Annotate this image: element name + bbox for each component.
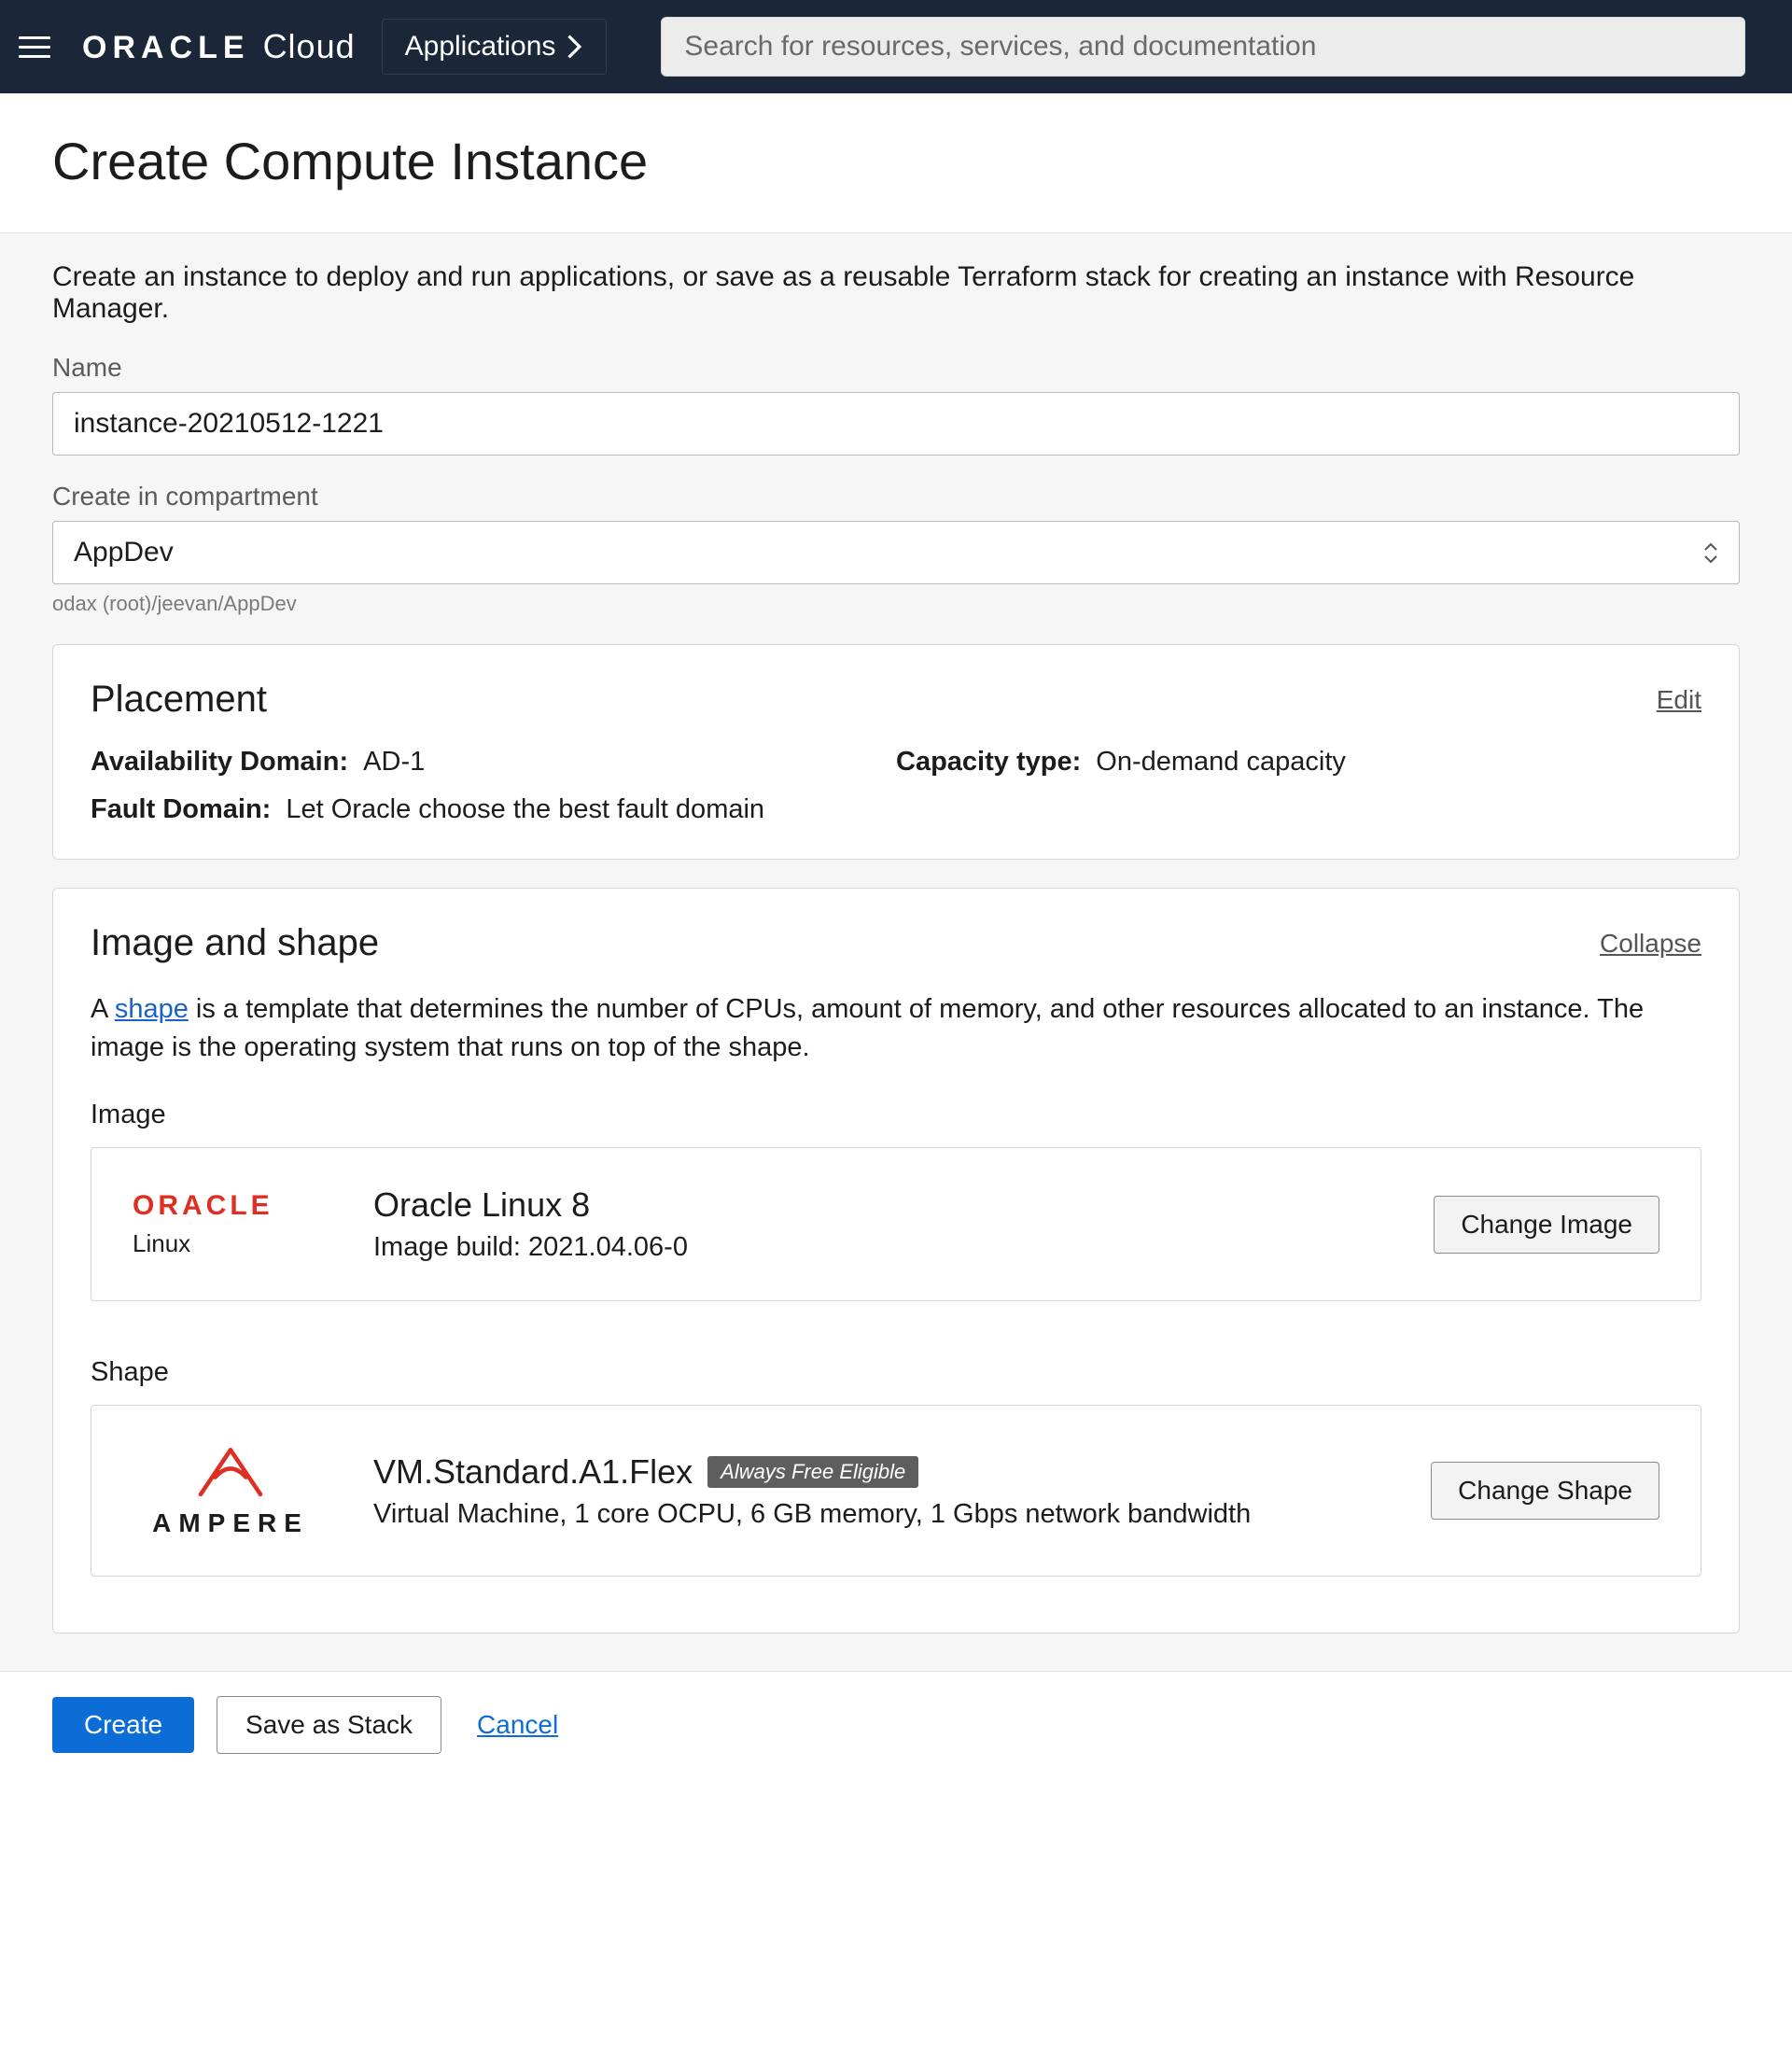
placement-edit-link[interactable]: Edit (1657, 685, 1701, 715)
compartment-breadcrumb: odax (root)/jeevan/AppDev (52, 592, 1740, 616)
top-bar: ORACLE Cloud Applications (0, 0, 1792, 93)
placement-title: Placement (91, 679, 267, 721)
shape-section-label: Shape (91, 1357, 1701, 1388)
image-shape-card: Image and shape Collapse A shape is a te… (52, 888, 1740, 1633)
intro-text: Create an instance to deploy and run app… (52, 261, 1740, 325)
compartment-select[interactable]: AppDev (52, 521, 1740, 584)
content-area: Create an instance to deploy and run app… (0, 233, 1792, 1672)
cancel-link[interactable]: Cancel (477, 1710, 558, 1740)
capacity-type-value: On-demand capacity (1096, 747, 1346, 777)
image-shape-description: A shape is a template that determines th… (91, 990, 1701, 1066)
select-caret-icon (1703, 542, 1718, 564)
oracle-linux-subtext: Linux (133, 1229, 190, 1258)
ampere-logo-text: AMPERE (152, 1508, 309, 1538)
search-input[interactable] (661, 17, 1745, 77)
hamburger-menu-icon[interactable] (19, 28, 56, 65)
page-header: Create Compute Instance (0, 93, 1792, 233)
capacity-type-row: Capacity type: On-demand capacity (896, 747, 1701, 778)
oracle-logo-text: ORACLE (133, 1190, 273, 1222)
capacity-type-label: Capacity type: (896, 747, 1081, 777)
name-label: Name (52, 353, 1740, 383)
ampere-logo: AMPERE (133, 1443, 329, 1538)
brand-name: ORACLE (82, 30, 250, 66)
fault-domain-value: Let Oracle choose the best fault domain (286, 794, 764, 824)
instance-name-input[interactable] (52, 392, 1740, 456)
image-section-label: Image (91, 1100, 1701, 1130)
brand-suffix: Cloud (263, 27, 356, 66)
fault-domain-label: Fault Domain: (91, 794, 271, 824)
change-shape-button[interactable]: Change Shape (1431, 1462, 1659, 1520)
availability-domain-value: AD-1 (363, 747, 425, 777)
save-as-stack-button[interactable]: Save as Stack (217, 1696, 441, 1754)
image-name: Oracle Linux 8 (373, 1185, 1389, 1225)
compartment-value: AppDev (74, 537, 174, 568)
shape-name: VM.Standard.A1.Flex (373, 1452, 693, 1492)
applications-label: Applications (405, 31, 556, 63)
compartment-label: Create in compartment (52, 482, 1740, 512)
create-button[interactable]: Create (52, 1697, 194, 1753)
collapse-link[interactable]: Collapse (1600, 929, 1701, 959)
availability-domain-row: Availability Domain: AD-1 (91, 747, 896, 778)
shape-help-link[interactable]: shape (115, 994, 189, 1024)
shape-selection-box: AMPERE VM.Standard.A1.Flex Always Free E… (91, 1405, 1701, 1577)
image-shape-title: Image and shape (91, 922, 379, 964)
footer-actions: Create Save as Stack Cancel (0, 1672, 1792, 1778)
image-build: Image build: 2021.04.06-0 (373, 1232, 1389, 1263)
image-selection-box: ORACLE Linux Oracle Linux 8 Image build:… (91, 1147, 1701, 1301)
oracle-linux-logo: ORACLE Linux (133, 1190, 329, 1258)
chevron-right-icon (567, 35, 583, 59)
fault-domain-row: Fault Domain: Let Oracle choose the best… (91, 794, 1701, 825)
availability-domain-label: Availability Domain: (91, 747, 348, 777)
page-title: Create Compute Instance (52, 131, 1740, 191)
placement-card: Placement Edit Availability Domain: AD-1… (52, 644, 1740, 860)
always-free-badge: Always Free Eligible (707, 1456, 918, 1488)
applications-menu-button[interactable]: Applications (382, 19, 608, 75)
change-image-button[interactable]: Change Image (1434, 1196, 1659, 1254)
shape-spec: Virtual Machine, 1 core OCPU, 6 GB memor… (373, 1499, 1386, 1530)
brand-logo: ORACLE Cloud (82, 27, 356, 66)
ampere-icon (179, 1443, 282, 1503)
